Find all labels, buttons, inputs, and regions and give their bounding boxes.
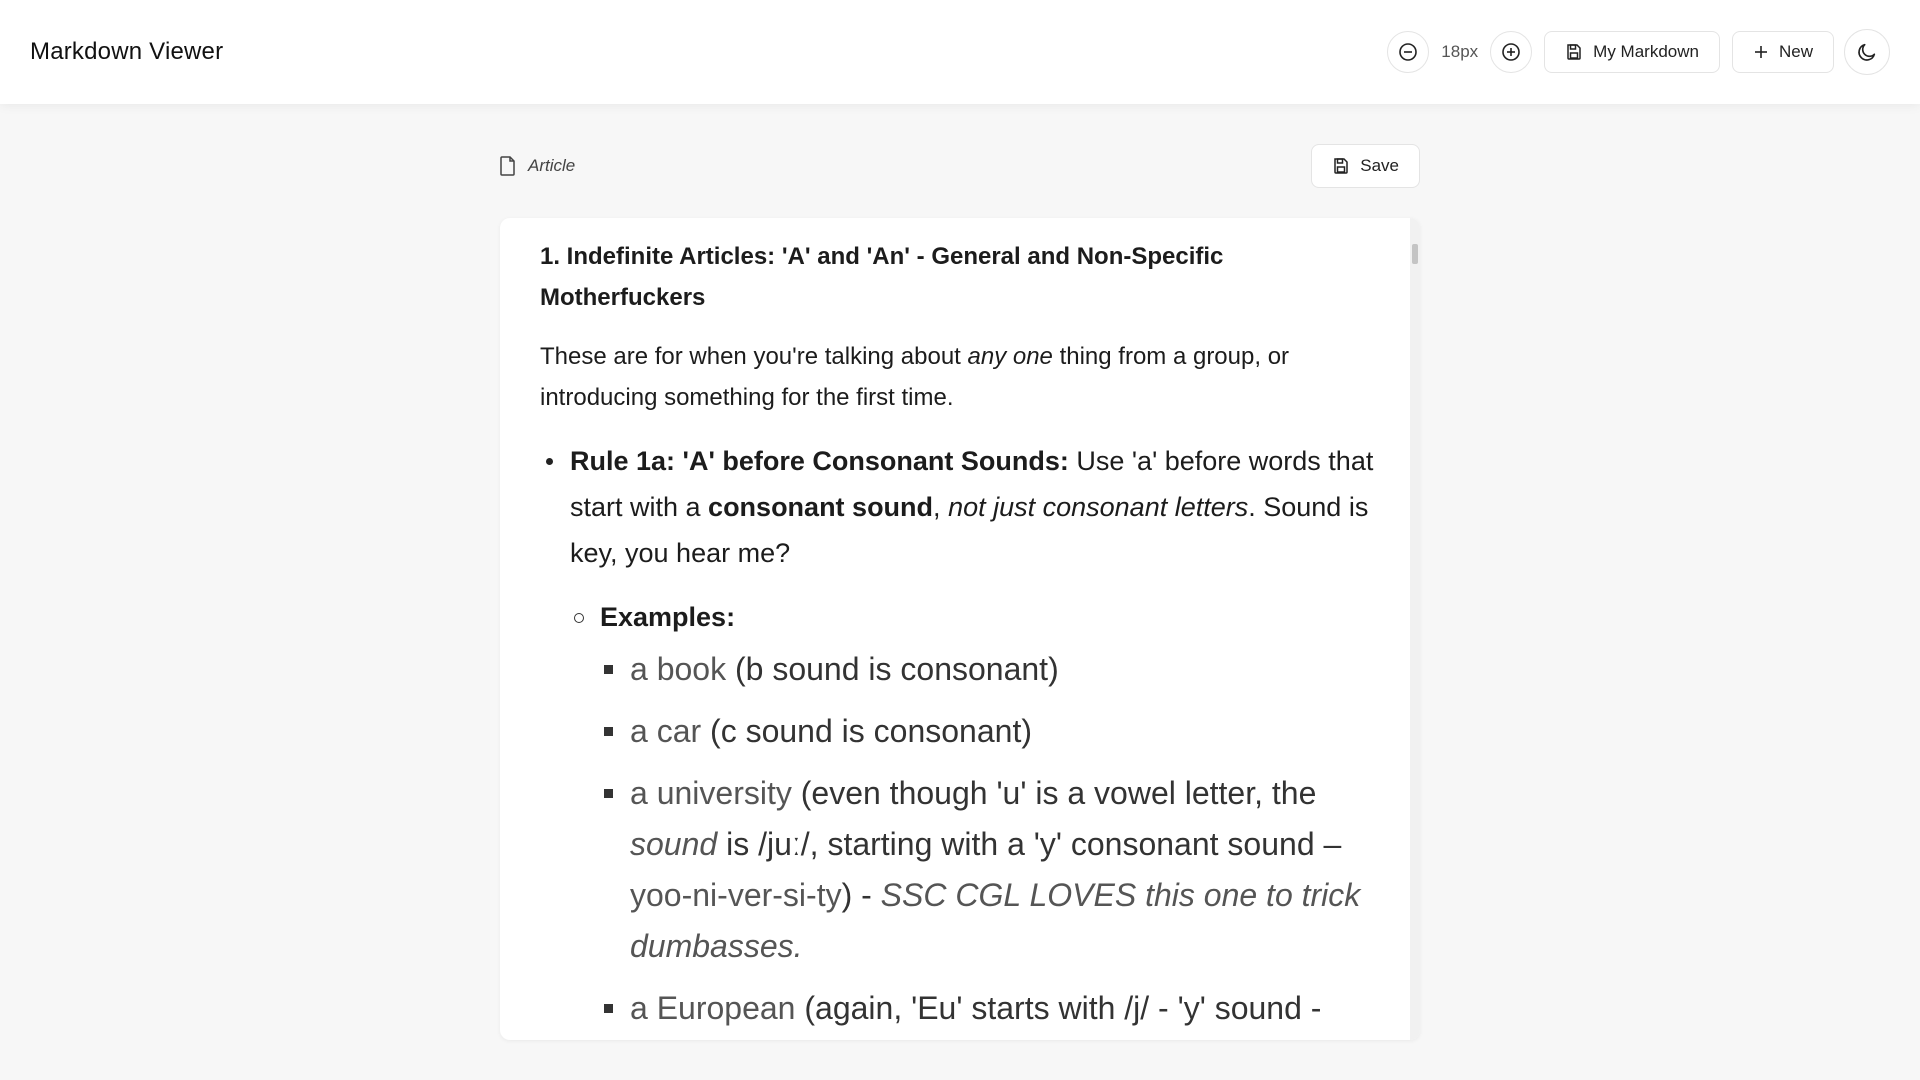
intro-emphasis: any one xyxy=(967,343,1053,370)
rules-list: Rule 1a: 'A' before Consonant Sounds: Us… xyxy=(540,438,1390,1034)
section-heading: 1. Indefinite Articles: 'A' and 'An' - G… xyxy=(540,243,1224,311)
examples-label: Examples: xyxy=(600,602,736,632)
moon-icon xyxy=(1858,43,1876,61)
example-item: a book (b sound is consonant) xyxy=(600,644,1390,695)
plus-circle-icon xyxy=(1502,43,1520,61)
example-word: a university xyxy=(630,775,792,811)
rule-emphasis: not just consonant letters xyxy=(948,492,1249,522)
save-icon xyxy=(1567,44,1581,60)
example-word: a car xyxy=(630,713,702,749)
intro-paragraph: These are for when you're talking about … xyxy=(540,336,1390,418)
example-note: (b sound is consonant) xyxy=(726,651,1059,687)
example-emphasis: sound xyxy=(630,826,718,862)
example-note: ) - xyxy=(841,877,881,913)
markdown-content: 1. Indefinite Articles: 'A' and 'An' - G… xyxy=(540,236,1390,1040)
toolbar: 18px My Markdown New xyxy=(1387,29,1890,75)
intro-text-1: These are for when you're talking about xyxy=(540,343,968,370)
minus-circle-icon xyxy=(1399,43,1418,61)
examples-item: Examples: a book (b sound is consonant) … xyxy=(570,594,1390,1034)
example-note: (even though 'u' is a vowel letter, the xyxy=(791,775,1317,811)
example-list: a book (b sound is consonant) a car (c s… xyxy=(600,644,1390,1034)
example-item: a European (again, 'Eu' starts with /j/ … xyxy=(600,983,1390,1034)
zoom-out-button[interactable] xyxy=(1387,31,1430,73)
theme-toggle-button[interactable] xyxy=(1844,29,1890,75)
markdown-preview-panel[interactable]: 1. Indefinite Articles: 'A' and 'An' - G… xyxy=(500,218,1420,1040)
example-note: (c sound is consonant) xyxy=(701,713,1032,749)
new-document-button[interactable]: New xyxy=(1731,31,1834,73)
scrollbar[interactable] xyxy=(1410,218,1420,1040)
plus-icon xyxy=(1754,46,1767,58)
my-markdown-button[interactable]: My Markdown xyxy=(1544,31,1720,73)
file-icon xyxy=(500,156,515,176)
example-syllables: yoo-ni-ver-si-ty xyxy=(630,877,842,913)
rule-text-2: , xyxy=(933,492,949,522)
top-bar: Markdown Viewer 18px My Markdown New xyxy=(0,0,1920,104)
example-word: a book xyxy=(630,651,727,687)
font-size-indicator: 18px xyxy=(1441,42,1479,61)
scrollbar-thumb[interactable] xyxy=(1412,244,1418,264)
zoom-in-button[interactable] xyxy=(1490,31,1533,73)
save-button[interactable]: Save xyxy=(1311,144,1420,188)
save-label: Save xyxy=(1360,156,1399,175)
document-name: Article xyxy=(528,156,576,175)
rule-title: Rule 1a: 'A' before Consonant Sounds: xyxy=(570,446,1069,476)
example-item: a car (c sound is consonant) xyxy=(600,706,1390,757)
save-icon xyxy=(1334,158,1348,174)
my-markdown-label: My Markdown xyxy=(1593,42,1699,61)
examples-list: Examples: a book (b sound is consonant) … xyxy=(570,594,1390,1034)
app-title: Markdown Viewer xyxy=(30,38,224,65)
example-note: is /juː/, starting with a 'y' consonant … xyxy=(717,826,1342,862)
new-label: New xyxy=(1778,42,1813,61)
example-item: a university (even though 'u' is a vowel… xyxy=(600,768,1390,972)
rule-bold: consonant sound xyxy=(708,492,934,522)
rule-item: Rule 1a: 'A' before Consonant Sounds: Us… xyxy=(540,438,1390,1034)
example-word: a European xyxy=(630,990,796,1026)
example-note: (again, 'Eu' starts with /j/ - 'y' sound… xyxy=(795,990,1322,1026)
document-header: Article Save xyxy=(500,144,1420,188)
